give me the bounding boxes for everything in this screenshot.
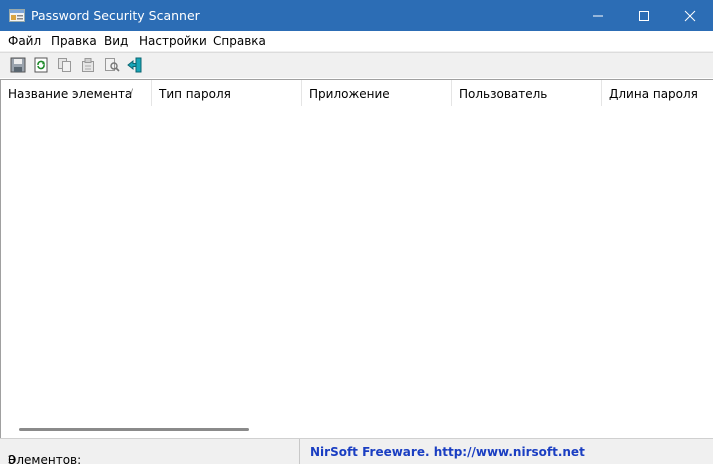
save-icon [10, 57, 26, 73]
menu-edit[interactable]: Правка [51, 34, 97, 48]
app-window-icon [9, 9, 25, 22]
column-header-user[interactable]: Пользователь [452, 80, 602, 106]
refresh-button[interactable] [33, 57, 51, 75]
exit-button[interactable] [127, 57, 145, 75]
properties-button[interactable] [80, 57, 98, 75]
minimize-button[interactable] [575, 0, 621, 31]
maximize-button[interactable] [621, 0, 667, 31]
scrollbar-thumb[interactable] [19, 428, 249, 431]
nirsoft-link[interactable]: NirSoft Freeware. http://www.nirsoft.net [310, 445, 585, 459]
save-button[interactable] [10, 57, 28, 75]
exit-icon [127, 57, 142, 73]
horizontal-scrollbar[interactable] [1, 421, 713, 438]
column-header-item-name[interactable]: Название элемента / [1, 80, 152, 106]
sort-indicator-icon: / [130, 88, 134, 98]
find-icon [105, 58, 120, 72]
menu-view[interactable]: Вид [104, 34, 128, 48]
column-header-application[interactable]: Приложение [302, 80, 452, 106]
toolbar [0, 52, 713, 78]
close-button[interactable] [667, 0, 713, 31]
column-header-password-length[interactable]: Длина пароля [602, 80, 713, 106]
menu-settings[interactable]: Настройки [139, 34, 207, 48]
refresh-icon [34, 57, 48, 73]
title-bar[interactable]: Password Security Scanner [0, 0, 713, 31]
menu-file[interactable]: Файл [8, 34, 41, 48]
items-count-value: 0 [8, 453, 16, 464]
menu-bar: Файл Правка Вид Настройки Справка [0, 31, 713, 52]
status-credit: NirSoft Freeware. http://www.nirsoft.net [301, 439, 713, 464]
window-title: Password Security Scanner [31, 8, 200, 23]
close-icon [684, 10, 696, 22]
find-button[interactable] [104, 57, 122, 75]
column-header-password-type[interactable]: Тип пароля [152, 80, 302, 106]
minimize-icon [593, 15, 603, 17]
copy-icon [58, 58, 71, 72]
status-items-count: Элементов: 0 [0, 439, 300, 464]
maximize-icon [639, 11, 649, 21]
properties-icon [82, 58, 94, 72]
status-bar: Элементов: 0 NirSoft Freeware. http://ww… [0, 438, 713, 464]
copy-button[interactable] [57, 57, 75, 75]
items-list[interactable]: Название элемента / Тип пароля Приложени… [0, 79, 713, 438]
menu-help[interactable]: Справка [213, 34, 266, 48]
column-header-row: Название элемента / Тип пароля Приложени… [1, 80, 713, 106]
